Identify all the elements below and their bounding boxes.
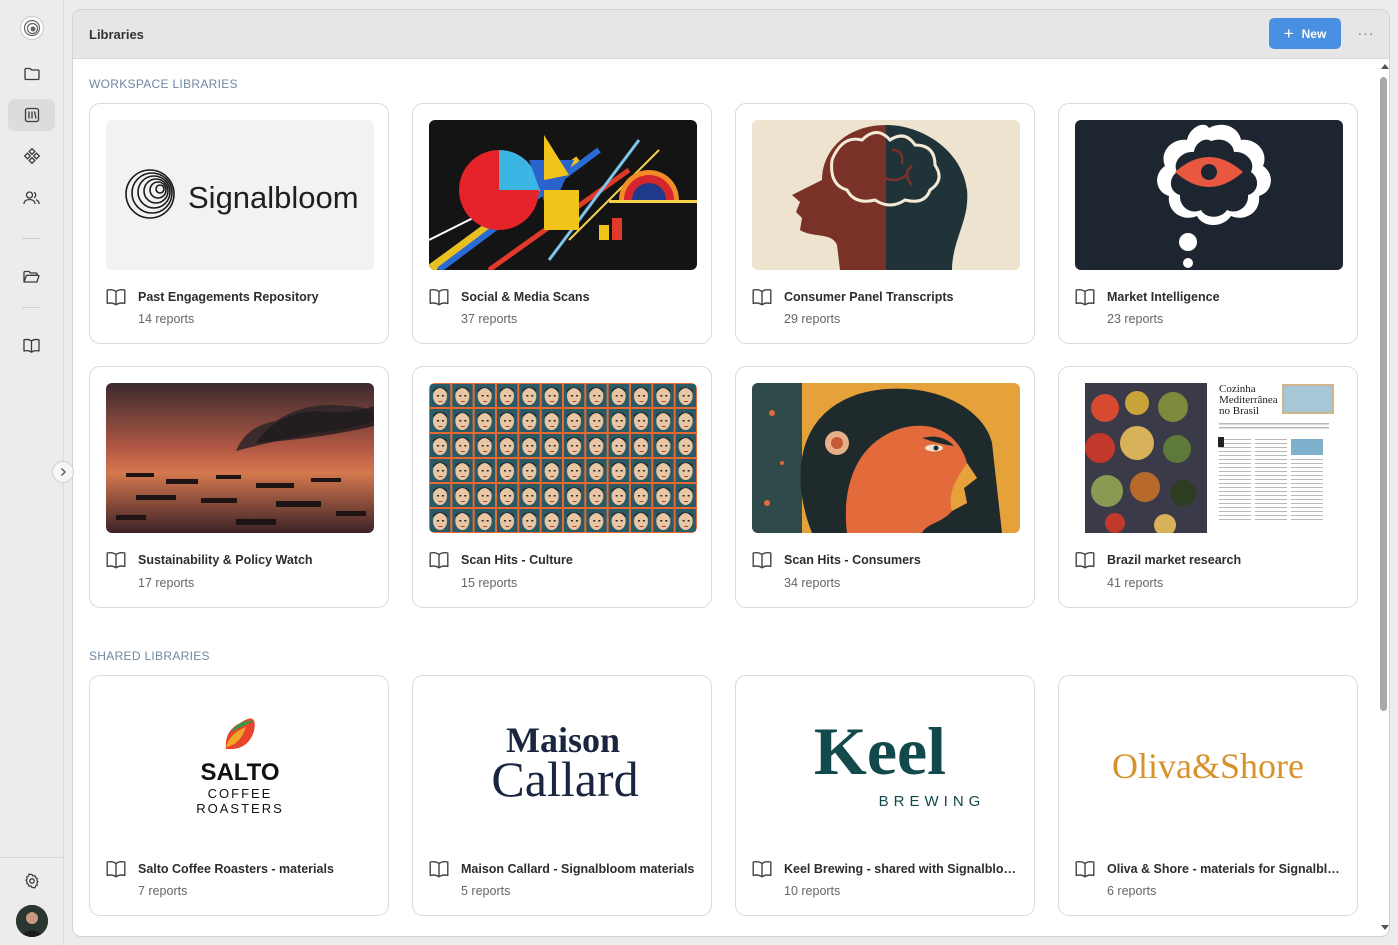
avatar[interactable] xyxy=(16,905,48,937)
library-name: Oliva & Shore - materials for Signalbloo… xyxy=(1107,862,1343,876)
book-icon xyxy=(752,551,774,571)
report-count: 14 reports xyxy=(138,312,195,326)
new-library-button[interactable]: + New xyxy=(1269,18,1341,49)
report-count: 6 reports xyxy=(1107,884,1157,898)
library-card[interactable]: Market Intelligence 23 reports xyxy=(1058,103,1358,344)
page-title: Libraries xyxy=(89,27,144,42)
library-thumbnail xyxy=(429,120,697,270)
book-icon xyxy=(1075,860,1097,880)
library-name: Scan Hits - Consumers xyxy=(784,553,921,567)
report-count: 34 reports xyxy=(784,576,841,590)
report-count: 7 reports xyxy=(138,884,188,898)
new-button-label: New xyxy=(1301,26,1327,41)
plus-icon: + xyxy=(1283,24,1294,43)
library-name: Keel Brewing - shared with Signalbloom xyxy=(784,862,1020,876)
library-thumbnail: Oliva&Shore xyxy=(1075,692,1343,842)
book-icon xyxy=(106,551,128,571)
folder-icon[interactable] xyxy=(8,58,55,90)
report-count: 10 reports xyxy=(784,884,841,898)
library-name: Scan Hits - Culture xyxy=(461,553,573,567)
report-count: 15 reports xyxy=(461,576,518,590)
library-name: Maison Callard - Signalbloom materials xyxy=(461,862,695,876)
integrations-icon[interactable] xyxy=(8,140,55,172)
library-card[interactable]: Scan Hits - Consumers 34 reports xyxy=(735,366,1035,608)
rail-footer-divider xyxy=(0,857,64,858)
keel-logo-text: BREWING xyxy=(879,793,986,810)
book-icon xyxy=(106,860,128,880)
maison-logo-text: Callard xyxy=(491,751,638,807)
oliva-logo-text: Oliva&Shore xyxy=(1112,746,1304,786)
users-icon[interactable] xyxy=(8,182,55,214)
library-name: Sustainability & Policy Watch xyxy=(138,553,313,567)
library-thumbnail: Keel BREWING xyxy=(752,692,1020,842)
library-card[interactable]: Keel BREWING Keel Brewing - shared with … xyxy=(735,675,1035,916)
salto-logo-text: COFFEE xyxy=(208,786,273,801)
book-icon xyxy=(752,860,774,880)
libraries-content: WORKSPACE LIBRARIES Signalbloom Past Eng… xyxy=(73,59,1377,936)
library-name: Consumer Panel Transcripts xyxy=(784,290,954,304)
library-icon[interactable] xyxy=(8,99,55,131)
library-name: Brazil market research xyxy=(1107,553,1242,567)
report-count: 5 reports xyxy=(461,884,511,898)
library-card[interactable]: Scan Hits - Culture 15 reports xyxy=(412,366,712,608)
library-card[interactable]: Cozinha Mediterrânea no Brasil Brazil ma… xyxy=(1058,366,1358,608)
book-icon xyxy=(1075,551,1097,571)
book-icon xyxy=(429,288,451,308)
library-thumbnail xyxy=(752,383,1020,533)
section-title-workspace: WORKSPACE LIBRARIES xyxy=(89,77,238,91)
scroll-up-arrow[interactable] xyxy=(1381,64,1389,69)
book-icon xyxy=(1075,288,1097,308)
signalbloom-logo-text: Signalbloom xyxy=(188,180,359,215)
salto-logo-text: ROASTERS xyxy=(196,801,284,816)
report-count: 17 reports xyxy=(138,576,195,590)
library-thumbnail xyxy=(429,383,697,533)
rail-divider xyxy=(22,307,40,308)
libraries-panel: Libraries + New ··· WORKSPACE LIBRARIES … xyxy=(72,9,1390,937)
report-count: 37 reports xyxy=(461,312,518,326)
report-count: 23 reports xyxy=(1107,312,1164,326)
keel-logo-text: Keel xyxy=(814,713,946,789)
library-thumbnail xyxy=(752,120,1020,270)
library-card[interactable]: Consumer Panel Transcripts 29 reports xyxy=(735,103,1035,344)
library-card[interactable]: Oliva&Shore Oliva & Shore - materials fo… xyxy=(1058,675,1358,916)
book-icon[interactable] xyxy=(8,329,55,361)
library-card[interactable]: Sustainability & Policy Watch 17 reports xyxy=(89,366,389,608)
magazine-title-line: no Brasil xyxy=(1219,405,1259,417)
library-thumbnail xyxy=(106,383,374,533)
library-name: Past Engagements Repository xyxy=(138,290,319,304)
library-thumbnail: Signalbloom xyxy=(106,120,374,270)
rail-divider xyxy=(22,238,40,239)
book-icon xyxy=(429,860,451,880)
more-options-button[interactable]: ··· xyxy=(1355,22,1377,44)
library-card[interactable]: Social & Media Scans 37 reports xyxy=(412,103,712,344)
book-icon xyxy=(106,288,128,308)
salto-logo-text: SALTO xyxy=(200,759,279,786)
library-card[interactable]: SALTO COFFEE ROASTERS Salto Coffee Roast… xyxy=(89,675,389,916)
section-title-shared: SHARED LIBRARIES xyxy=(89,649,210,663)
book-icon xyxy=(752,288,774,308)
report-count: 29 reports xyxy=(784,312,841,326)
library-name: Salto Coffee Roasters - materials xyxy=(138,862,334,876)
folder-open-icon[interactable] xyxy=(8,261,55,293)
scrollbar-thumb[interactable] xyxy=(1380,77,1387,711)
panel-header: Libraries + New ··· xyxy=(73,10,1389,59)
library-name: Market Intelligence xyxy=(1107,290,1220,304)
library-thumbnail: Cozinha Mediterrânea no Brasil xyxy=(1075,383,1343,533)
library-card[interactable]: Maison Callard Maison Callard - Signalbl… xyxy=(412,675,712,916)
expand-sidebar-button[interactable] xyxy=(52,461,74,483)
book-icon xyxy=(429,551,451,571)
library-name: Social & Media Scans xyxy=(461,290,590,304)
logo-icon[interactable] xyxy=(20,16,44,40)
library-thumbnail: SALTO COFFEE ROASTERS xyxy=(106,692,374,852)
report-count: 41 reports xyxy=(1107,576,1164,590)
scroll-down-arrow[interactable] xyxy=(1381,925,1389,930)
settings-icon[interactable] xyxy=(8,865,55,897)
library-thumbnail xyxy=(1075,120,1343,270)
library-thumbnail: Maison Callard xyxy=(429,692,697,842)
library-card[interactable]: Signalbloom Past Engagements Repository … xyxy=(89,103,389,344)
